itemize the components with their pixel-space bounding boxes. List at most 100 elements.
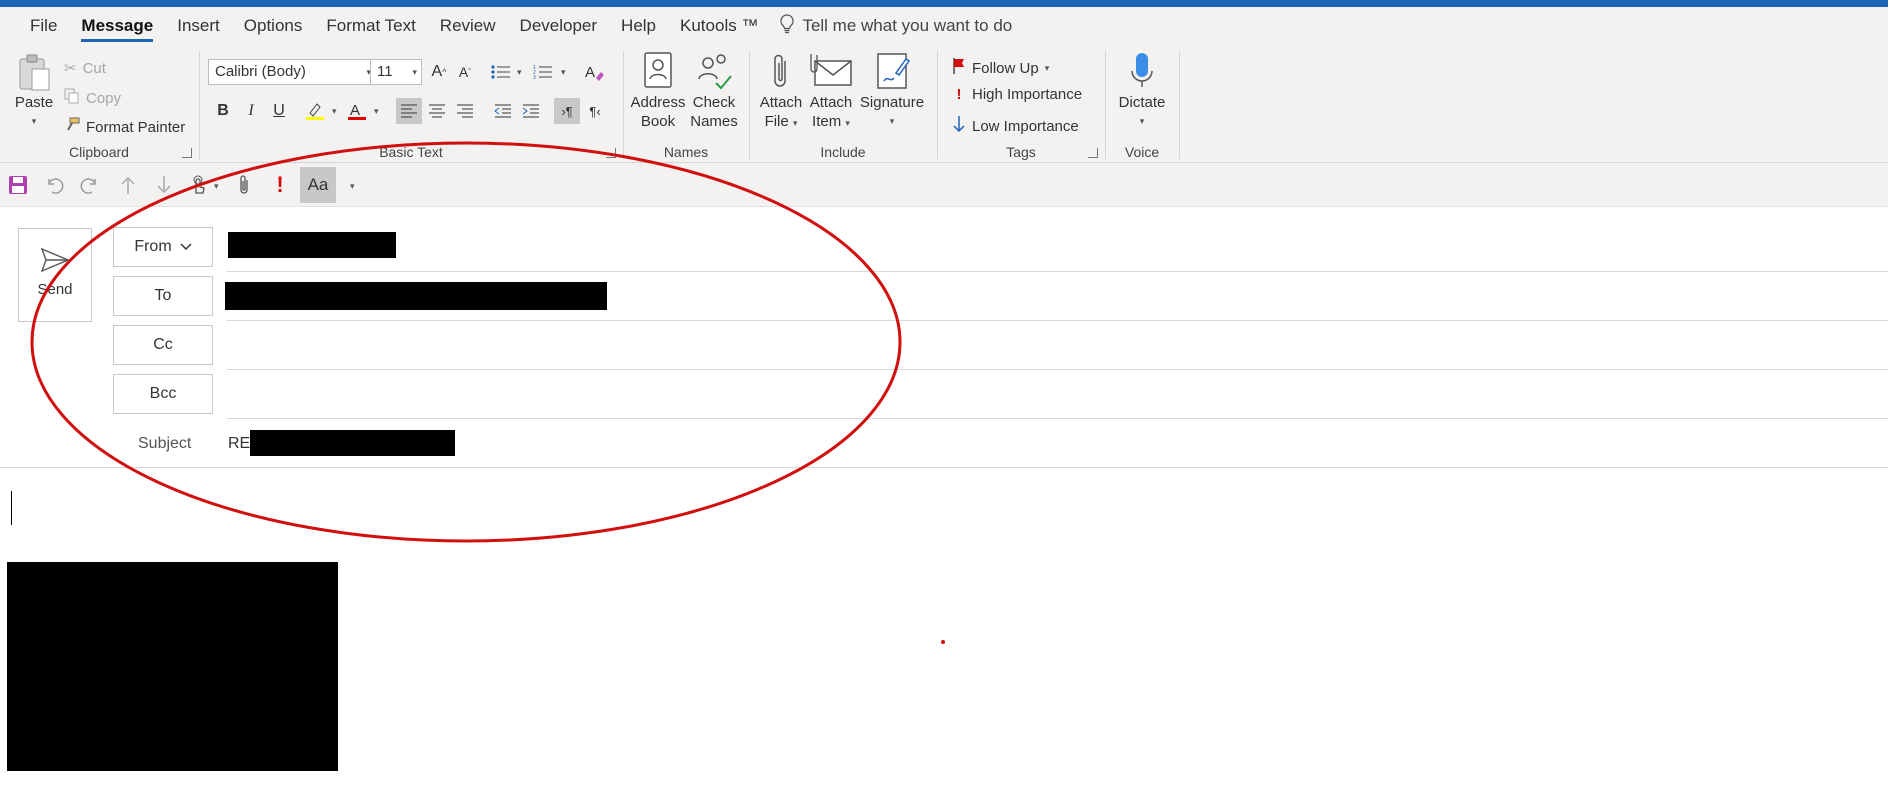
send-icon — [19, 247, 91, 277]
group-label-voice: Voice — [1124, 144, 1160, 160]
bullets-icon[interactable] — [488, 59, 514, 85]
tab-insert[interactable]: Insert — [165, 7, 232, 45]
send-label: Send — [37, 281, 73, 298]
tab-kutools[interactable]: Kutools ™ — [668, 7, 770, 45]
to-button[interactable]: To — [113, 276, 213, 316]
address-book-button[interactable]: Address Book — [630, 51, 686, 131]
to-label: To — [154, 287, 172, 304]
touch-mode-icon[interactable] — [184, 171, 212, 199]
save-icon[interactable] — [4, 171, 32, 199]
tab-developer[interactable]: Developer — [508, 7, 610, 45]
attach-item-button[interactable]: Attach Item ▾ — [806, 51, 856, 133]
group-label-names: Names — [663, 144, 709, 160]
tab-review[interactable]: Review — [428, 7, 508, 45]
subject-redacted[interactable] — [250, 430, 455, 456]
previous-item-icon[interactable] — [114, 171, 142, 199]
check-names-label-line1: Check — [692, 94, 736, 111]
tell-me-search[interactable]: Tell me what you want to do — [780, 13, 1013, 39]
svg-text:A: A — [350, 102, 360, 119]
format-painter-button[interactable]: Format Painter — [64, 117, 185, 137]
paperclip-icon — [756, 51, 806, 93]
group-names: Address Book Check Names Names — [624, 45, 748, 163]
group-include: Attach File ▾ Attach Item ▾ Signature ▾ … — [750, 45, 936, 163]
chevron-down-icon — [180, 238, 192, 256]
copy-label: Copy — [86, 89, 122, 107]
chevron-down-icon: ▾ — [1139, 116, 1145, 126]
high-importance-icon[interactable]: ! — [266, 171, 294, 199]
tab-message[interactable]: Message — [69, 7, 165, 45]
ribbon: Paste ▾ ✂ Cut Copy Format Painter Clipbo… — [0, 45, 1888, 163]
tags-launcher-icon[interactable] — [1088, 148, 1098, 158]
rtl-paragraph-icon[interactable]: ¶‹ — [582, 98, 608, 124]
bcc-button[interactable]: Bcc — [113, 374, 213, 414]
cc-button[interactable]: Cc — [113, 325, 213, 365]
font-color-icon[interactable]: A — [344, 98, 370, 124]
decrease-indent-icon[interactable] — [490, 98, 516, 124]
tab-format-text[interactable]: Format Text — [314, 7, 427, 45]
tab-file[interactable]: File — [18, 7, 69, 45]
bcc-label: Bcc — [149, 385, 177, 402]
follow-up-label: Follow Up — [972, 59, 1039, 77]
high-importance-button[interactable]: ! High Importance — [952, 86, 1083, 103]
from-button[interactable]: From — [113, 227, 213, 267]
attach-item-label-line2: Item ▾ — [812, 113, 850, 130]
paste-label: Paste — [14, 94, 54, 111]
align-center-icon[interactable] — [424, 98, 450, 124]
bold-icon[interactable]: B — [210, 98, 236, 124]
font-size-select[interactable]: 11 ▾ — [370, 59, 422, 85]
send-button[interactable]: Send — [18, 228, 92, 322]
check-names-button[interactable]: Check Names — [686, 51, 742, 131]
chevron-down-icon[interactable]: ▾ — [561, 67, 566, 78]
signature-button[interactable]: Signature ▾ — [856, 51, 928, 131]
ltr-paragraph-icon[interactable]: ›¶ — [554, 98, 580, 124]
microphone-icon — [1110, 51, 1174, 93]
address-book-label-line2: Book — [640, 113, 676, 130]
paste-button[interactable]: Paste ▾ — [10, 53, 58, 131]
cc-label: Cc — [153, 336, 173, 353]
paperclip-icon[interactable] — [230, 171, 258, 199]
address-book-icon — [630, 51, 686, 93]
chevron-down-icon[interactable]: ▾ — [214, 181, 219, 192]
low-importance-button[interactable]: Low Importance — [952, 115, 1079, 137]
clipboard-icon — [10, 53, 58, 93]
copy-button[interactable]: Copy — [64, 88, 121, 108]
shrink-font-icon[interactable]: Aˇ — [452, 59, 478, 85]
cut-button[interactable]: ✂ Cut — [64, 59, 106, 78]
clear-formatting-icon[interactable]: A — [582, 59, 608, 85]
align-left-icon[interactable] — [396, 98, 422, 124]
follow-up-button[interactable]: Follow Up ▾ — [952, 57, 1049, 79]
underline-icon[interactable]: U — [266, 98, 292, 124]
clipboard-launcher-icon[interactable] — [182, 148, 192, 158]
font-aa-button[interactable]: Aa — [300, 167, 336, 203]
font-name-select[interactable]: Calibri (Body) ▾ — [208, 59, 376, 85]
quick-access-toolbar: ▾ ! Aa ▾ — [0, 163, 1888, 207]
from-label: From — [134, 238, 172, 255]
customize-qat-icon[interactable]: ▾ — [350, 181, 355, 192]
undo-icon[interactable] — [40, 171, 68, 199]
align-right-icon[interactable] — [452, 98, 478, 124]
field-divider — [227, 369, 1888, 370]
increase-indent-icon[interactable] — [518, 98, 544, 124]
basic-text-launcher-icon[interactable] — [606, 148, 616, 158]
grow-font-icon[interactable]: A ^ — [426, 59, 452, 85]
numbering-icon[interactable]: 123 — [530, 59, 556, 85]
dictate-button[interactable]: Dictate ▾ — [1110, 51, 1174, 131]
chevron-down-icon[interactable]: ▾ — [374, 106, 379, 117]
tab-help[interactable]: Help — [609, 7, 668, 45]
attach-file-button[interactable]: Attach File ▾ — [756, 51, 806, 133]
chevron-down-icon[interactable]: ▾ — [517, 67, 522, 78]
from-address-redacted — [228, 232, 396, 258]
tell-me-text: Tell me what you want to do — [802, 16, 1013, 35]
tab-options[interactable]: Options — [232, 7, 315, 45]
next-item-icon[interactable] — [150, 171, 178, 199]
envelope-attach-icon — [806, 51, 856, 93]
chevron-down-icon[interactable]: ▾ — [332, 106, 337, 117]
attach-file-label-line1: Attach — [759, 94, 803, 111]
redo-icon[interactable] — [76, 171, 104, 199]
attach-file-label-line2: File ▾ — [764, 113, 798, 130]
highlighter-icon[interactable] — [302, 98, 328, 124]
to-field-redacted[interactable] — [225, 282, 607, 310]
chevron-down-icon: ▾ — [412, 67, 417, 77]
subject-label: Subject — [138, 435, 192, 452]
italic-icon[interactable]: I — [238, 98, 264, 124]
